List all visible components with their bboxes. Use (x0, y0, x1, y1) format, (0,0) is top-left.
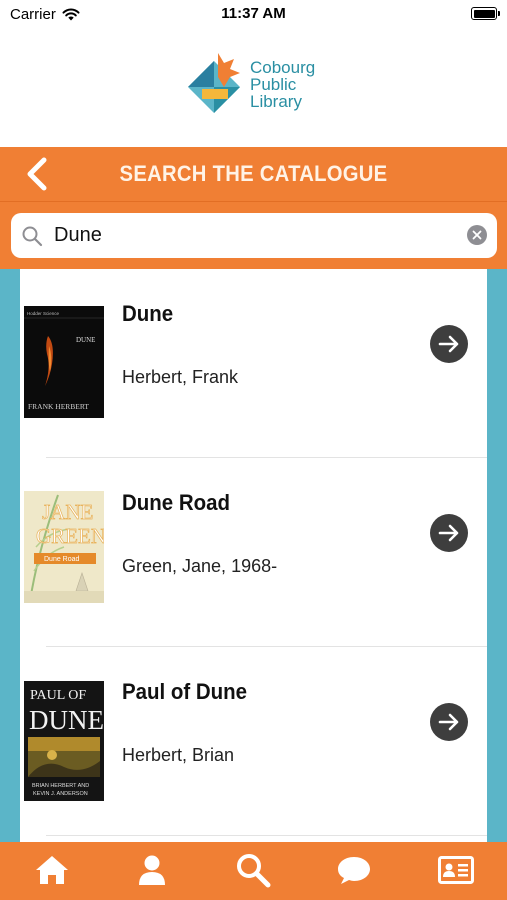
cover-line-2: DUNE (29, 705, 104, 735)
search-input[interactable]: Dune (11, 213, 497, 258)
results-list[interactable]: Hodder Science DUNE FRANK HERBERT Dune H… (20, 269, 487, 842)
book-cover-image: Hodder Science DUNE FRANK HERBERT (24, 306, 104, 418)
library-logo-mark (188, 53, 240, 113)
library-logo: Cobourg Public Library (184, 44, 334, 124)
book-author: Herbert, Frank (122, 367, 239, 387)
tab-home[interactable] (30, 850, 74, 890)
cover-band-text: Dune Road (44, 556, 80, 563)
bottom-tab-bar (0, 842, 507, 900)
search-icon (22, 226, 43, 247)
cover-author-line-2: KEVIN J. ANDERSON (33, 791, 88, 797)
tab-account[interactable] (130, 850, 174, 890)
arrow-right-icon (438, 335, 459, 353)
id-card-icon (438, 856, 474, 884)
status-bar: Carrier 11:37 AM (0, 0, 507, 28)
cover-line-2: GREEN (36, 524, 104, 548)
book-title[interactable]: Dune (122, 301, 173, 327)
tab-library-card[interactable] (434, 850, 478, 890)
search-area: Dune (0, 201, 507, 269)
open-item-button[interactable] (430, 514, 468, 552)
book-title[interactable]: Dune Road (122, 490, 230, 516)
open-item-button[interactable] (430, 703, 468, 741)
open-item-button[interactable] (430, 325, 468, 363)
arrow-right-icon (438, 524, 459, 542)
book-cover-image: PAUL OF DUNE BRIAN HERBERT AND KEVIN J. … (24, 681, 104, 801)
cover-author-text: FRANK HERBERT (28, 402, 89, 411)
tab-search[interactable] (231, 850, 275, 890)
results-area: Hodder Science DUNE FRANK HERBERT Dune H… (0, 269, 507, 842)
chat-icon (338, 857, 370, 884)
cover-publisher-text: Hodder Science (27, 311, 60, 316)
clear-icon (472, 230, 482, 240)
home-icon (36, 856, 68, 884)
list-item[interactable]: Hodder Science DUNE FRANK HERBERT Dune H… (20, 269, 487, 458)
book-cover-art: JANE GREEN Dune Road (24, 491, 104, 603)
logo-line-1: Cobourg (250, 57, 316, 77)
divider (46, 835, 487, 836)
search-query[interactable]: Dune (54, 224, 102, 247)
book-author: Herbert, Brian (122, 745, 235, 765)
cover-line-1: JANE (42, 500, 93, 524)
book-title[interactable]: Paul of Dune (122, 679, 247, 705)
cover-author-line-1: BRIAN HERBERT AND (32, 783, 89, 789)
logo-line-2: Public (250, 74, 297, 94)
page-header: SEARCH THE CATALOGUE (0, 147, 507, 201)
clear-search-button[interactable] (467, 225, 487, 245)
cover-line-1: PAUL OF (30, 688, 86, 703)
arrow-right-icon (438, 713, 459, 731)
cover-title-text: DUNE (76, 336, 95, 344)
user-icon (139, 855, 165, 885)
book-author: Green, Jane, 1968- (122, 556, 278, 576)
list-item[interactable]: PAUL OF DUNE BRIAN HERBERT AND KEVIN J. … (20, 647, 487, 836)
page-title: SEARCH THE CATALOGUE (119, 161, 388, 186)
library-logo-text: Cobourg Public Library (250, 59, 330, 110)
logo-line-3: Library (250, 91, 302, 111)
book-cover-art: PAUL OF DUNE BRIAN HERBERT AND KEVIN J. … (24, 681, 104, 801)
search-icon (237, 854, 271, 888)
battery-icon (471, 7, 500, 20)
book-cover-art: Hodder Science DUNE FRANK HERBERT (24, 306, 104, 418)
tab-chat[interactable] (332, 850, 376, 890)
book-cover-image: JANE GREEN Dune Road (24, 491, 104, 603)
list-item[interactable]: JANE GREEN Dune Road Dune Road Green, Ja… (20, 458, 487, 647)
status-time: 11:37 AM (221, 5, 286, 22)
